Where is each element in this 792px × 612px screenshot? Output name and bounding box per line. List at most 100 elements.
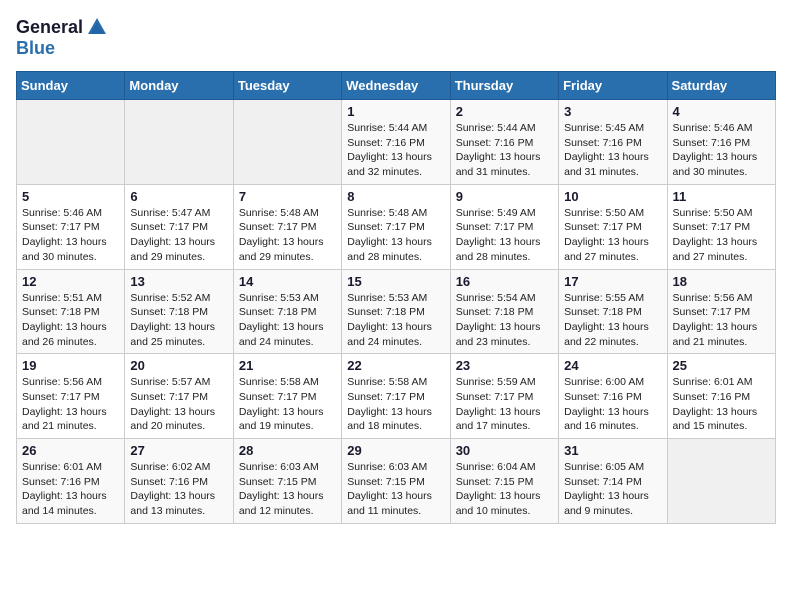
cell-info: Sunrise: 5:53 AM Sunset: 7:18 PM Dayligh… bbox=[239, 291, 336, 350]
calendar-cell bbox=[233, 100, 341, 185]
cell-info: Sunrise: 5:52 AM Sunset: 7:18 PM Dayligh… bbox=[130, 291, 227, 350]
day-number: 18 bbox=[673, 274, 770, 289]
calendar-cell: 12Sunrise: 5:51 AM Sunset: 7:18 PM Dayli… bbox=[17, 269, 125, 354]
calendar-cell: 18 Sunrise: 5:56 AM Sunset: 7:17 PM Dayli… bbox=[667, 269, 775, 354]
weekday-header-tuesday: Tuesday bbox=[233, 72, 341, 100]
cell-info: Sunrise: 6:02 AM Sunset: 7:16 PM Dayligh… bbox=[130, 460, 227, 519]
cell-info: Sunrise: 6:00 AM Sunset: 7:16 PM Dayligh… bbox=[564, 375, 661, 434]
calendar-cell bbox=[667, 439, 775, 524]
logo-text-blue: Blue bbox=[16, 38, 55, 59]
cell-info: Sunrise: 5:54 AM Sunset: 7:18 PM Dayligh… bbox=[456, 291, 553, 350]
calendar-cell: 15 Sunrise: 5:53 AM Sunset: 7:18 PM Dayli… bbox=[342, 269, 450, 354]
weekday-header-monday: Monday bbox=[125, 72, 233, 100]
calendar-cell: 11 Sunrise: 5:50 AM Sunset: 7:17 PM Dayli… bbox=[667, 184, 775, 269]
cell-info: Sunrise: 5:50 AM Sunset: 7:17 PM Dayligh… bbox=[673, 206, 770, 265]
cell-info: Sunrise: 5:53 AM Sunset: 7:18 PM Dayligh… bbox=[347, 291, 444, 350]
calendar-cell: 14 Sunrise: 5:53 AM Sunset: 7:18 PM Dayli… bbox=[233, 269, 341, 354]
calendar-cell: 27 Sunrise: 6:02 AM Sunset: 7:16 PM Dayli… bbox=[125, 439, 233, 524]
calendar-cell: 2Sunrise: 5:44 AM Sunset: 7:16 PM Daylig… bbox=[450, 100, 558, 185]
calendar-cell: 31 Sunrise: 6:05 AM Sunset: 7:14 PM Dayli… bbox=[559, 439, 667, 524]
day-number: 15 bbox=[347, 274, 444, 289]
calendar-cell: 24 Sunrise: 6:00 AM Sunset: 7:16 PM Dayli… bbox=[559, 354, 667, 439]
calendar-cell bbox=[125, 100, 233, 185]
cell-info: Sunrise: 6:04 AM Sunset: 7:15 PM Dayligh… bbox=[456, 460, 553, 519]
day-number: 14 bbox=[239, 274, 336, 289]
day-number: 21 bbox=[239, 358, 336, 373]
calendar-cell: 19 Sunrise: 5:56 AM Sunset: 7:17 PM Dayli… bbox=[17, 354, 125, 439]
calendar-week-row: 1 Sunrise: 5:44 AM Sunset: 7:16 PM Daylig… bbox=[17, 100, 776, 185]
cell-info: Sunrise: 5:46 AM Sunset: 7:17 PM Dayligh… bbox=[22, 206, 119, 265]
day-number: 26 bbox=[22, 443, 119, 458]
day-number: 28 bbox=[239, 443, 336, 458]
day-number: 27 bbox=[130, 443, 227, 458]
cell-info: Sunrise: 6:03 AM Sunset: 7:15 PM Dayligh… bbox=[347, 460, 444, 519]
calendar-table: SundayMondayTuesdayWednesdayThursdayFrid… bbox=[16, 71, 776, 524]
day-number: 25 bbox=[673, 358, 770, 373]
calendar-cell: 3Sunrise: 5:45 AM Sunset: 7:16 PM Daylig… bbox=[559, 100, 667, 185]
calendar-cell: 26Sunrise: 6:01 AM Sunset: 7:16 PM Dayli… bbox=[17, 439, 125, 524]
cell-info: Sunrise: 5:50 AM Sunset: 7:17 PM Dayligh… bbox=[564, 206, 661, 265]
cell-info: Sunrise: 5:46 AM Sunset: 7:16 PM Dayligh… bbox=[673, 121, 770, 180]
calendar-cell: 7Sunrise: 5:48 AM Sunset: 7:17 PM Daylig… bbox=[233, 184, 341, 269]
day-number: 7 bbox=[239, 189, 336, 204]
calendar-cell: 6 Sunrise: 5:47 AM Sunset: 7:17 PM Daylig… bbox=[125, 184, 233, 269]
cell-info: Sunrise: 5:44 AM Sunset: 7:16 PM Dayligh… bbox=[456, 121, 553, 180]
cell-info: Sunrise: 5:57 AM Sunset: 7:17 PM Dayligh… bbox=[130, 375, 227, 434]
calendar-cell: 30Sunrise: 6:04 AM Sunset: 7:15 PM Dayli… bbox=[450, 439, 558, 524]
cell-info: Sunrise: 5:55 AM Sunset: 7:18 PM Dayligh… bbox=[564, 291, 661, 350]
cell-info: Sunrise: 5:56 AM Sunset: 7:17 PM Dayligh… bbox=[673, 291, 770, 350]
day-number: 9 bbox=[456, 189, 553, 204]
day-number: 13 bbox=[130, 274, 227, 289]
cell-info: Sunrise: 5:48 AM Sunset: 7:17 PM Dayligh… bbox=[347, 206, 444, 265]
day-number: 24 bbox=[564, 358, 661, 373]
logo-text-general: General bbox=[16, 17, 83, 38]
logo: General Blue bbox=[16, 16, 108, 59]
logo-wrapper: General Blue bbox=[16, 16, 108, 59]
calendar-cell: 13 Sunrise: 5:52 AM Sunset: 7:18 PM Dayli… bbox=[125, 269, 233, 354]
calendar-week-row: 26Sunrise: 6:01 AM Sunset: 7:16 PM Dayli… bbox=[17, 439, 776, 524]
calendar-cell: 5Sunrise: 5:46 AM Sunset: 7:17 PM Daylig… bbox=[17, 184, 125, 269]
calendar-cell: 9 Sunrise: 5:49 AM Sunset: 7:17 PM Daylig… bbox=[450, 184, 558, 269]
weekday-header-friday: Friday bbox=[559, 72, 667, 100]
calendar-cell: 4Sunrise: 5:46 AM Sunset: 7:16 PM Daylig… bbox=[667, 100, 775, 185]
cell-info: Sunrise: 5:44 AM Sunset: 7:16 PM Dayligh… bbox=[347, 121, 444, 180]
day-number: 20 bbox=[130, 358, 227, 373]
calendar-cell: 25 Sunrise: 6:01 AM Sunset: 7:16 PM Dayli… bbox=[667, 354, 775, 439]
day-number: 17 bbox=[564, 274, 661, 289]
day-number: 3 bbox=[564, 104, 661, 119]
day-number: 31 bbox=[564, 443, 661, 458]
page-header: General Blue bbox=[16, 16, 776, 59]
calendar-week-row: 5Sunrise: 5:46 AM Sunset: 7:17 PM Daylig… bbox=[17, 184, 776, 269]
weekday-header-wednesday: Wednesday bbox=[342, 72, 450, 100]
cell-info: Sunrise: 6:05 AM Sunset: 7:14 PM Dayligh… bbox=[564, 460, 661, 519]
weekday-header-saturday: Saturday bbox=[667, 72, 775, 100]
calendar-cell: 8Sunrise: 5:48 AM Sunset: 7:17 PM Daylig… bbox=[342, 184, 450, 269]
day-number: 22 bbox=[347, 358, 444, 373]
weekday-header-row: SundayMondayTuesdayWednesdayThursdayFrid… bbox=[17, 72, 776, 100]
day-number: 1 bbox=[347, 104, 444, 119]
calendar-week-row: 12Sunrise: 5:51 AM Sunset: 7:18 PM Dayli… bbox=[17, 269, 776, 354]
calendar-cell: 22 Sunrise: 5:58 AM Sunset: 7:17 PM Dayli… bbox=[342, 354, 450, 439]
cell-info: Sunrise: 5:58 AM Sunset: 7:17 PM Dayligh… bbox=[347, 375, 444, 434]
cell-info: Sunrise: 6:03 AM Sunset: 7:15 PM Dayligh… bbox=[239, 460, 336, 519]
calendar-cell: 10Sunrise: 5:50 AM Sunset: 7:17 PM Dayli… bbox=[559, 184, 667, 269]
calendar-cell: 17 Sunrise: 5:55 AM Sunset: 7:18 PM Dayli… bbox=[559, 269, 667, 354]
calendar-cell: 16 Sunrise: 5:54 AM Sunset: 7:18 PM Dayli… bbox=[450, 269, 558, 354]
day-number: 12 bbox=[22, 274, 119, 289]
cell-info: Sunrise: 5:49 AM Sunset: 7:17 PM Dayligh… bbox=[456, 206, 553, 265]
day-number: 6 bbox=[130, 189, 227, 204]
day-number: 19 bbox=[22, 358, 119, 373]
calendar-cell: 20 Sunrise: 5:57 AM Sunset: 7:17 PM Dayli… bbox=[125, 354, 233, 439]
cell-info: Sunrise: 5:56 AM Sunset: 7:17 PM Dayligh… bbox=[22, 375, 119, 434]
cell-info: Sunrise: 5:58 AM Sunset: 7:17 PM Dayligh… bbox=[239, 375, 336, 434]
day-number: 16 bbox=[456, 274, 553, 289]
cell-info: Sunrise: 5:59 AM Sunset: 7:17 PM Dayligh… bbox=[456, 375, 553, 434]
cell-info: Sunrise: 5:47 AM Sunset: 7:17 PM Dayligh… bbox=[130, 206, 227, 265]
calendar-cell: 29Sunrise: 6:03 AM Sunset: 7:15 PM Dayli… bbox=[342, 439, 450, 524]
weekday-header-sunday: Sunday bbox=[17, 72, 125, 100]
cell-info: Sunrise: 6:01 AM Sunset: 7:16 PM Dayligh… bbox=[673, 375, 770, 434]
weekday-header-thursday: Thursday bbox=[450, 72, 558, 100]
calendar-cell: 21 Sunrise: 5:58 AM Sunset: 7:17 PM Dayli… bbox=[233, 354, 341, 439]
logo-icon bbox=[86, 16, 108, 38]
day-number: 11 bbox=[673, 189, 770, 204]
